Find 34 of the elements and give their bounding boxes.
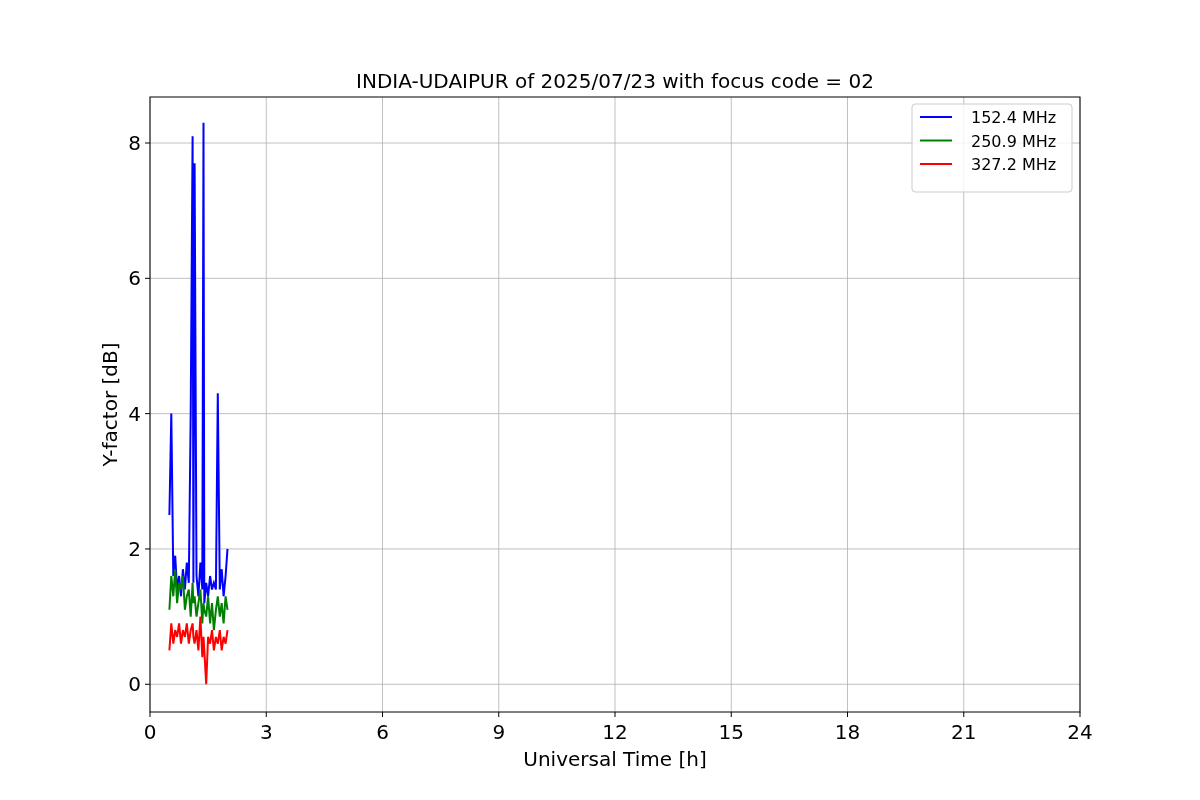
tick-mark [1079,711,1081,718]
x-axis-label: Universal Time [h] [523,747,707,771]
tick-mark [144,142,151,144]
y-tick-label: 0 [128,672,141,697]
x-tick-label: 21 [951,720,977,744]
tick-mark [265,711,267,718]
x-tick-label: 24 [1067,720,1093,744]
tick-mark [144,548,151,550]
y-tick-label: 8 [128,131,141,155]
tick-mark [144,413,151,415]
y-axis-label: Y-factor [dB] [98,342,122,467]
tick-mark [614,711,616,718]
chart-title: INDIA-UDAIPUR of 2025/07/23 with focus code = 02 [356,69,874,93]
tick-mark [144,277,151,279]
x-tick-label: 15 [718,720,744,744]
tick-mark [847,711,848,718]
x-tick-label: 3 [259,720,273,744]
tick-mark [730,711,732,718]
y-tick-label: 2 [128,536,141,561]
tick-mark [498,711,500,718]
x-tick-label: 9 [492,720,506,744]
legend-label: 250.9 MHz [971,131,1057,151]
tick-mark [149,711,151,718]
tick-mark [144,683,151,685]
y-tick-label: 4 [128,401,141,426]
x-tick-label: 6 [376,720,389,744]
legend-label: 152.4 MHz [971,108,1057,127]
y-tick-label: 6 [128,266,141,291]
x-tick-label: 18 [834,720,861,744]
tick-mark [963,711,965,718]
x-tick-label: 12 [602,720,628,744]
x-tick-label: 0 [143,720,157,744]
tick-mark [382,711,383,718]
legend-label: 327.2 MHz [971,155,1057,174]
